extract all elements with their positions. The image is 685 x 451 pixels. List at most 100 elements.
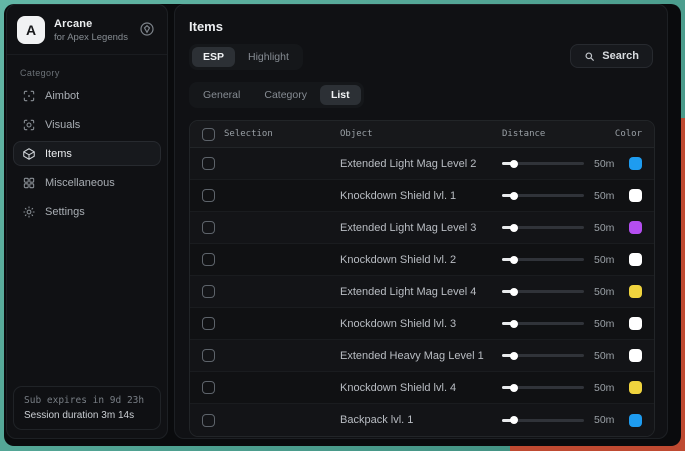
object-name: Knockdown Shield lvl. 3 — [340, 318, 502, 330]
mode-tabs: ESPHighlight — [189, 44, 303, 70]
col-object: Object — [340, 129, 502, 139]
color-swatch[interactable] — [629, 381, 642, 394]
sidebar-section-label: Category — [20, 68, 167, 78]
color-swatch[interactable] — [629, 221, 642, 234]
view-tabs: GeneralCategoryList — [189, 82, 364, 108]
table-header: Selection Object Distance Color — [190, 121, 654, 148]
scan-icon — [22, 118, 36, 132]
col-distance: Distance — [502, 129, 616, 139]
distance-slider[interactable] — [502, 258, 584, 261]
distance-slider[interactable] — [502, 322, 584, 325]
items-table: Selection Object Distance Color Extended… — [189, 120, 655, 437]
sidebar-header: A Arcane for Apex Legends — [7, 5, 167, 55]
distance-slider[interactable] — [502, 386, 584, 389]
object-name: Extended Light Mag Level 4 — [340, 286, 502, 298]
page-title: Items — [175, 5, 667, 34]
object-name: Knockdown Shield lvl. 2 — [340, 254, 502, 266]
distance-value: 50m — [594, 222, 614, 234]
select-all-checkbox[interactable] — [202, 128, 215, 141]
selection-header-cell: Selection — [202, 128, 340, 141]
app-logo: A — [17, 16, 45, 44]
tab-list[interactable]: List — [320, 85, 361, 105]
slider-thumb[interactable] — [510, 416, 518, 424]
app-title-block: Arcane for Apex Legends — [54, 18, 128, 43]
row-checkbox[interactable] — [202, 381, 215, 394]
sidebar-item-visuals[interactable]: Visuals — [13, 112, 161, 137]
slider-thumb[interactable] — [510, 352, 518, 360]
tab-esp[interactable]: ESP — [192, 47, 235, 67]
sidebar-item-settings[interactable]: Settings — [13, 199, 161, 224]
sidebar: A Arcane for Apex Legends Category Aimbo… — [6, 4, 168, 439]
distance-slider[interactable] — [502, 162, 584, 165]
table-row: Extended Heavy Mag Level 1 50m — [190, 340, 654, 372]
slider-thumb[interactable] — [510, 320, 518, 328]
distance-slider[interactable] — [502, 354, 584, 357]
tab-general[interactable]: General — [192, 85, 251, 105]
object-name: Extended Heavy Mag Level 1 — [340, 350, 502, 362]
object-name: Knockdown Shield lvl. 4 — [340, 382, 502, 394]
session-info-box: Sub expires in 9d 23h Session duration 3… — [13, 386, 161, 430]
distance-value: 50m — [594, 254, 614, 266]
distance-slider[interactable] — [502, 194, 584, 197]
row-checkbox[interactable] — [202, 317, 215, 330]
distance-value: 50m — [594, 286, 614, 298]
row-checkbox[interactable] — [202, 157, 215, 170]
distance-slider[interactable] — [502, 226, 584, 229]
table-row: Knockdown Shield lvl. 1 50m — [190, 180, 654, 212]
table-row: Knockdown Shield lvl. 3 50m — [190, 308, 654, 340]
tab-highlight[interactable]: Highlight — [237, 47, 300, 67]
table-row: Knockdown Shield lvl. 4 50m — [190, 372, 654, 404]
slider-thumb[interactable] — [510, 224, 518, 232]
main-panel: Items ESPHighlight Search GeneralCategor… — [174, 4, 668, 439]
object-name: Extended Light Mag Level 2 — [340, 158, 502, 170]
distance-value: 50m — [594, 350, 614, 362]
session-duration-text: Session duration 3m 14s — [24, 410, 150, 421]
sidebar-item-label: Visuals — [45, 119, 80, 131]
distance-slider[interactable] — [502, 419, 584, 422]
controls-row: ESPHighlight Search — [189, 44, 653, 71]
slider-thumb[interactable] — [510, 160, 518, 168]
sidebar-item-label: Settings — [45, 206, 85, 218]
color-swatch[interactable] — [629, 253, 642, 266]
table-row: Extended Light Mag Level 4 50m — [190, 276, 654, 308]
sidebar-item-aimbot[interactable]: Aimbot — [13, 83, 161, 108]
slider-thumb[interactable] — [510, 384, 518, 392]
table-row: Extended Light Mag Level 2 50m — [190, 148, 654, 180]
col-selection: Selection — [224, 129, 273, 139]
box-icon — [22, 147, 36, 161]
row-checkbox[interactable] — [202, 285, 215, 298]
distance-slider[interactable] — [502, 290, 584, 293]
row-checkbox[interactable] — [202, 221, 215, 234]
sidebar-nav: Aimbot Visuals Items Miscellaneous Setti… — [7, 83, 167, 224]
color-swatch[interactable] — [629, 317, 642, 330]
crosshair-icon — [22, 89, 36, 103]
search-button[interactable]: Search — [570, 44, 653, 68]
slider-thumb[interactable] — [510, 256, 518, 264]
grid-icon — [22, 176, 36, 190]
row-checkbox[interactable] — [202, 414, 215, 427]
row-checkbox[interactable] — [202, 189, 215, 202]
sidebar-item-items[interactable]: Items — [13, 141, 161, 166]
slider-thumb[interactable] — [510, 288, 518, 296]
table-row: Extended Light Mag Level 3 50m — [190, 212, 654, 244]
distance-value: 50m — [594, 414, 614, 426]
slider-thumb[interactable] — [510, 192, 518, 200]
row-checkbox[interactable] — [202, 253, 215, 266]
color-swatch[interactable] — [629, 285, 642, 298]
gear-icon — [22, 205, 36, 219]
color-swatch[interactable] — [629, 349, 642, 362]
object-name: Extended Light Mag Level 3 — [340, 222, 502, 234]
sidebar-item-miscellaneous[interactable]: Miscellaneous — [13, 170, 161, 195]
view-tabs-row: GeneralCategoryList — [189, 82, 653, 108]
table-row: Knockdown Shield lvl. 2 50m — [190, 244, 654, 276]
tab-category[interactable]: Category — [253, 85, 318, 105]
sub-expiry-text: Sub expires in 9d 23h — [24, 395, 150, 406]
gem-icon[interactable] — [139, 21, 157, 39]
color-swatch[interactable] — [629, 157, 642, 170]
table-body: Extended Light Mag Level 2 50m Knockdown… — [190, 148, 654, 436]
color-swatch[interactable] — [629, 189, 642, 202]
distance-value: 50m — [594, 190, 614, 202]
color-swatch[interactable] — [629, 414, 642, 427]
row-checkbox[interactable] — [202, 349, 215, 362]
object-name: Knockdown Shield lvl. 1 — [340, 190, 502, 202]
